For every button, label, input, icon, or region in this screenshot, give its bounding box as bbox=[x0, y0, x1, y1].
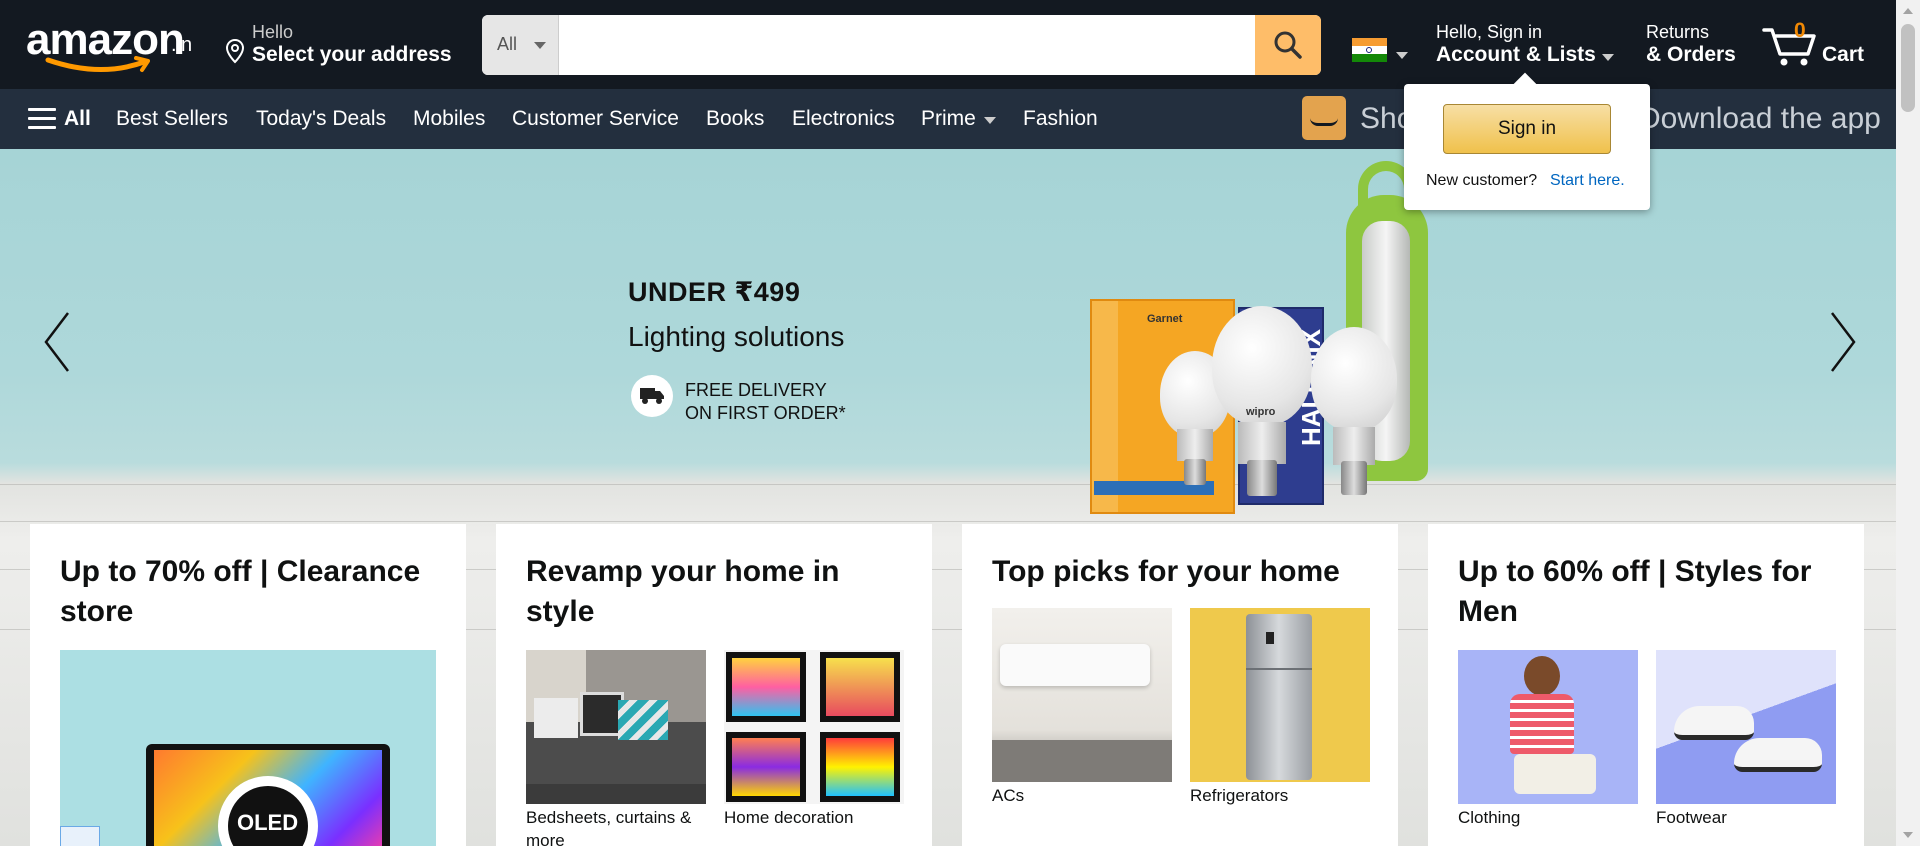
hero-headline: UNDER ₹499 bbox=[628, 277, 801, 307]
refrigerator-image bbox=[1190, 608, 1370, 782]
page-scrollbar[interactable] bbox=[1896, 0, 1920, 846]
footwear-tile[interactable]: Footwear bbox=[1656, 650, 1836, 846]
top-navigation-bar: amazon .in Hello Select your address All bbox=[0, 0, 1896, 89]
scroll-down-arrow-icon[interactable] bbox=[1903, 832, 1913, 838]
returns-and-orders[interactable]: Returns & Orders bbox=[1646, 22, 1776, 72]
garnet-brand-text: Garnet bbox=[1147, 313, 1183, 325]
wipro-brand-text: wipro bbox=[1246, 406, 1276, 418]
search-button[interactable] bbox=[1255, 15, 1321, 75]
sign-in-button[interactable]: Sign in bbox=[1443, 104, 1611, 154]
acs-label: ACs bbox=[992, 786, 1025, 805]
clothing-label: Clothing bbox=[1458, 808, 1521, 827]
cart-icon bbox=[1762, 28, 1816, 66]
address-prompt: Select your address bbox=[252, 43, 452, 66]
search-bar: All bbox=[482, 15, 1321, 75]
oled-text: OLED bbox=[237, 810, 299, 835]
bedsheets-tile[interactable]: Bedsheets, curtains & more bbox=[526, 650, 706, 846]
flag-center-stripe bbox=[1352, 46, 1387, 54]
address-greeting: Hello bbox=[252, 22, 294, 42]
clothing-image bbox=[1458, 650, 1638, 804]
orders-label: & Orders bbox=[1646, 43, 1736, 66]
home-decoration-image bbox=[724, 650, 904, 804]
promo-text-right: Download the app bbox=[1639, 102, 1881, 135]
new-customer-text: New customer? bbox=[1426, 172, 1538, 189]
chevron-down-icon[interactable] bbox=[1396, 52, 1408, 59]
returns-label: Returns bbox=[1646, 22, 1710, 42]
chevron-down-icon bbox=[534, 42, 546, 49]
carousel-next-arrow-icon[interactable] bbox=[1822, 307, 1862, 377]
ashoka-chakra-icon bbox=[1366, 47, 1372, 53]
amazon-logo[interactable]: amazon .in bbox=[26, 18, 201, 76]
tile-label: Bedsheets, curtains & more bbox=[526, 806, 706, 846]
cart-count: 0 bbox=[1794, 19, 1806, 42]
laptop-image: OLED bbox=[60, 650, 436, 846]
card-top-picks-home[interactable]: Top picks for your home ACs Refrigerator… bbox=[962, 524, 1398, 846]
acs-tile[interactable]: ACs bbox=[992, 608, 1172, 805]
logo-smile-icon bbox=[45, 56, 150, 72]
refrigerators-tile[interactable]: Refrigerators bbox=[1190, 608, 1370, 805]
account-lists-label: Account & Lists bbox=[1436, 43, 1596, 66]
account-greeting: Hello, Sign in bbox=[1436, 22, 1543, 42]
card-clearance-store[interactable]: Up to 70% off | Clearance store OLED bbox=[30, 524, 466, 846]
clothing-tile[interactable]: Clothing bbox=[1458, 650, 1638, 846]
language-selector[interactable] bbox=[1352, 38, 1387, 62]
nav-link-best-sellers[interactable]: Best Sellers bbox=[116, 107, 228, 131]
hero-subheadline: Lighting solutions bbox=[628, 321, 845, 352]
footwear-label: Footwear bbox=[1656, 808, 1727, 827]
card-title: Up to 70% off | Clearance store bbox=[60, 555, 421, 628]
delivery-line-2: ON FIRST ORDER* bbox=[685, 403, 846, 423]
search-category-dropdown[interactable]: All bbox=[482, 15, 559, 75]
search-input[interactable] bbox=[559, 15, 1245, 75]
search-icon bbox=[1274, 31, 1302, 59]
account-and-lists[interactable]: Hello, Sign in Account & Lists bbox=[1436, 22, 1621, 72]
hamburger-icon bbox=[28, 108, 56, 135]
halonix-bulb-image bbox=[1311, 327, 1397, 505]
deliver-to-address[interactable]: Hello Select your address bbox=[224, 20, 454, 70]
scroll-up-arrow-icon[interactable] bbox=[1903, 8, 1913, 14]
all-menu-label: All bbox=[64, 107, 91, 130]
amazon-app-icon bbox=[1302, 96, 1346, 140]
card-title: Revamp your home in style bbox=[526, 555, 840, 628]
carousel-prev-arrow-icon[interactable] bbox=[38, 307, 78, 377]
bedsheets-label: Bedsheets, curtains & more bbox=[526, 808, 692, 846]
footwear-image bbox=[1656, 650, 1836, 804]
sign-in-flyout: Sign in New customer? Start here. bbox=[1404, 72, 1650, 210]
nav-link-prime[interactable]: Prime bbox=[921, 107, 976, 131]
flag-bottom-stripe bbox=[1352, 54, 1387, 62]
delivery-truck-icon bbox=[631, 375, 673, 417]
bedsheets-image bbox=[526, 650, 706, 804]
chevron-down-icon bbox=[1602, 54, 1614, 61]
card-styles-for-men[interactable]: Up to 60% off | Styles for Men Clothing … bbox=[1428, 524, 1864, 846]
refrigerators-label: Refrigerators bbox=[1190, 786, 1289, 805]
nav-link-customer-service[interactable]: Customer Service bbox=[512, 107, 679, 131]
card-title: Up to 60% off | Styles for Men bbox=[1458, 555, 1812, 628]
wipro-bulb-image: wipro bbox=[1212, 306, 1312, 506]
cart-label: Cart bbox=[1822, 43, 1865, 66]
start-here-link[interactable]: Start here. bbox=[1550, 172, 1625, 190]
nav-link-todays-deals[interactable]: Today's Deals bbox=[256, 107, 386, 131]
home-decoration-tile[interactable]: Home decoration bbox=[724, 650, 904, 846]
clearance-laptop-tile[interactable]: OLED bbox=[60, 650, 436, 846]
india-flag-icon bbox=[1352, 38, 1387, 46]
nav-link-mobiles[interactable]: Mobiles bbox=[413, 107, 485, 131]
nav-link-fashion[interactable]: Fashion bbox=[1023, 107, 1098, 131]
delivery-line-1: FREE DELIVERY bbox=[685, 380, 827, 400]
card-title: Top picks for your home bbox=[992, 555, 1340, 588]
scrollbar-thumb[interactable] bbox=[1901, 24, 1915, 112]
nav-link-books[interactable]: Books bbox=[706, 107, 764, 131]
cart-button[interactable]: 0 Cart bbox=[1762, 18, 1877, 74]
location-pin-icon bbox=[225, 38, 245, 64]
logo-suffix: .in bbox=[171, 34, 193, 56]
nav-link-electronics[interactable]: Electronics bbox=[792, 107, 895, 131]
search-category-label: All bbox=[497, 34, 518, 54]
home-decoration-label: Home decoration bbox=[724, 808, 854, 827]
chevron-down-icon[interactable] bbox=[984, 117, 996, 124]
card-revamp-home[interactable]: Revamp your home in style Bedsheets, cur… bbox=[496, 524, 932, 846]
ac-image bbox=[992, 608, 1172, 782]
